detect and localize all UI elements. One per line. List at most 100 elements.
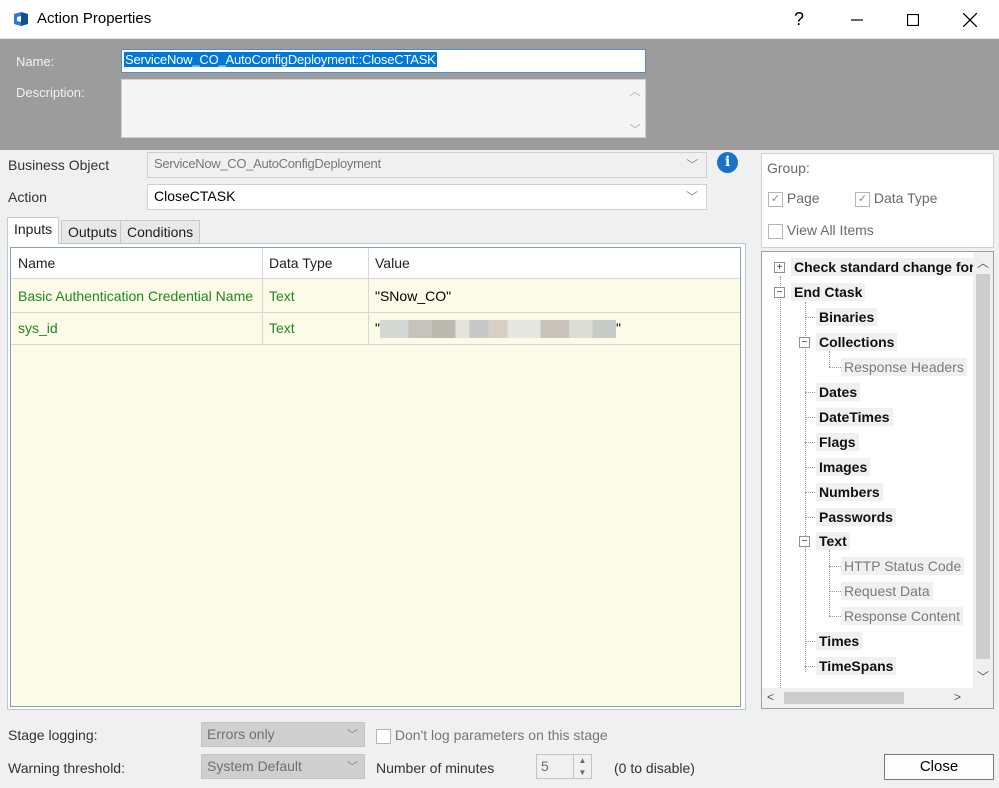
tree-node[interactable]: End Ctask: [791, 283, 866, 301]
row-type: Text: [269, 288, 295, 304]
data-item-tree[interactable]: + Check standard change for − End Ctask …: [761, 251, 994, 709]
page-checkbox-label: Page: [786, 190, 820, 206]
business-object-select[interactable]: ServiceNow_CO_AutoConfigDeployment ﹀: [147, 152, 707, 178]
number-of-minutes-label: Number of minutes: [376, 760, 495, 776]
collapse-icon[interactable]: −: [799, 536, 810, 547]
description-field[interactable]: ︿ ﹀: [121, 79, 646, 138]
chevron-right-icon[interactable]: >: [954, 690, 961, 704]
dont-log-checkbox[interactable]: Don't log parameters on this stage: [376, 727, 608, 744]
tree-node[interactable]: TimeSpans: [816, 657, 897, 675]
tree-connector: [780, 276, 781, 696]
tab-inputs[interactable]: Inputs: [7, 217, 60, 244]
tree-connector: [829, 351, 830, 367]
tree-connector: [805, 302, 806, 672]
tree-node[interactable]: Images: [816, 458, 871, 476]
tree-node[interactable]: Dates: [816, 383, 861, 401]
minimize-icon[interactable]: [829, 0, 885, 39]
tree-vertical-scrollbar[interactable]: ︿ ﹀: [973, 252, 993, 688]
tree-leaf[interactable]: Response Content: [841, 607, 963, 625]
chevron-up-icon[interactable]: ︿: [977, 254, 989, 271]
description-scrollbar[interactable]: ︿ ﹀: [625, 80, 645, 137]
close-icon[interactable]: [942, 0, 998, 39]
warning-threshold-select[interactable]: System Default ﹀: [201, 754, 365, 779]
tree-node[interactable]: Check standard change for: [791, 258, 978, 276]
chevron-left-icon[interactable]: <: [767, 690, 774, 704]
row-type: Text: [269, 320, 295, 336]
header-panel: Name: Description: ServiceNow_CO_AutoCon…: [0, 39, 999, 150]
tree-node[interactable]: Times: [816, 632, 863, 650]
chevron-down-icon[interactable]: ﹀: [625, 121, 645, 137]
stepper-up-icon[interactable]: ▲: [573, 755, 591, 767]
tree-node[interactable]: Collections: [816, 333, 898, 351]
column-header-name[interactable]: Name: [11, 248, 262, 278]
tree-node[interactable]: Text: [816, 532, 850, 550]
title-bar: Action Properties ?: [0, 0, 999, 39]
disable-hint: (0 to disable): [614, 760, 695, 776]
tree-connector: [829, 550, 830, 616]
value-suffix: ": [615, 320, 621, 336]
tree-leaf[interactable]: Response Headers: [841, 358, 967, 376]
expand-icon[interactable]: +: [774, 262, 785, 273]
name-input[interactable]: ServiceNow_CO_AutoConfigDeployment::Clos…: [121, 49, 646, 73]
tree-node[interactable]: Binaries: [816, 308, 878, 326]
app-icon: [14, 12, 28, 26]
info-icon[interactable]: i: [717, 152, 738, 173]
checkbox-checked-icon[interactable]: ✓: [768, 191, 783, 207]
scroll-thumb[interactable]: [976, 274, 990, 659]
stepper-down-icon[interactable]: ▼: [573, 767, 591, 779]
minutes-stepper[interactable]: 5 ▲ ▼: [536, 754, 592, 779]
warning-threshold-label: Warning threshold:: [8, 760, 125, 776]
chevron-down-icon[interactable]: ﹀: [977, 668, 989, 685]
page-checkbox[interactable]: ✓ Page: [768, 190, 820, 207]
close-button[interactable]: Close: [884, 754, 994, 780]
tree-node[interactable]: DateTimes: [816, 408, 893, 426]
row-name: sys_id: [18, 320, 58, 336]
warning-threshold-value: System Default: [207, 758, 302, 774]
action-select[interactable]: CloseCTASK ﹀: [147, 184, 707, 210]
window-title: Action Properties: [37, 10, 152, 27]
tree-node[interactable]: Numbers: [816, 483, 883, 501]
chevron-up-icon[interactable]: ︿: [625, 83, 645, 99]
tab-conditions[interactable]: Conditions: [120, 220, 201, 243]
checkbox-unchecked-icon[interactable]: [768, 223, 783, 239]
dont-log-label: Don't log parameters on this stage: [394, 727, 608, 743]
table-row[interactable]: sys_id Text " ": [11, 313, 740, 345]
help-icon[interactable]: ?: [771, 0, 827, 39]
tree-node[interactable]: Flags: [816, 433, 859, 451]
row-name: Basic Authentication Credential Name: [18, 288, 254, 304]
action-value: CloseCTASK: [154, 188, 236, 204]
chevron-down-icon: ﹀: [347, 761, 358, 773]
row-value[interactable]: "SNow_CO": [368, 281, 740, 312]
tab-outputs[interactable]: Outputs: [61, 220, 125, 243]
view-all-checkbox-label: View All Items: [786, 222, 874, 238]
group-box: Group: ✓ Page ✓ Data Type View All Items: [761, 153, 994, 248]
tree-horizontal-scrollbar[interactable]: < >: [762, 688, 993, 708]
row-value[interactable]: " ": [368, 313, 740, 344]
checkbox-unchecked-icon[interactable]: [376, 728, 391, 744]
redacted-value: [379, 320, 616, 339]
tree-leaf[interactable]: Request Data: [841, 582, 933, 600]
tree-leaf[interactable]: HTTP Status Code: [841, 557, 965, 575]
checkbox-checked-icon[interactable]: ✓: [855, 191, 870, 207]
collapse-icon[interactable]: −: [799, 337, 810, 348]
chevron-down-icon: ﹀: [686, 158, 698, 172]
stage-logging-select[interactable]: Errors only ﹀: [201, 722, 365, 747]
tree-node[interactable]: Passwords: [816, 508, 896, 526]
scroll-thumb[interactable]: [784, 692, 904, 704]
grid-header: Name Data Type Value: [11, 248, 740, 279]
data-type-checkbox[interactable]: ✓ Data Type: [855, 190, 937, 207]
chevron-down-icon: ﹀: [685, 190, 698, 204]
table-row[interactable]: Basic Authentication Credential Name Tex…: [11, 281, 740, 313]
group-label: Group:: [767, 160, 810, 176]
collapse-icon[interactable]: −: [774, 287, 785, 298]
chevron-down-icon: ﹀: [347, 729, 358, 741]
data-type-checkbox-label: Data Type: [873, 190, 938, 206]
column-header-value[interactable]: Value: [368, 248, 740, 278]
stage-logging-label: Stage logging:: [8, 727, 98, 743]
column-header-data-type[interactable]: Data Type: [262, 248, 368, 278]
name-input-value: ServiceNow_CO_AutoConfigDeployment::Clos…: [124, 52, 437, 67]
view-all-checkbox[interactable]: View All Items: [768, 222, 874, 239]
inputs-grid[interactable]: Name Data Type Value Basic Authenticatio…: [10, 247, 741, 707]
action-label: Action: [8, 189, 47, 205]
maximize-icon[interactable]: [885, 0, 941, 39]
